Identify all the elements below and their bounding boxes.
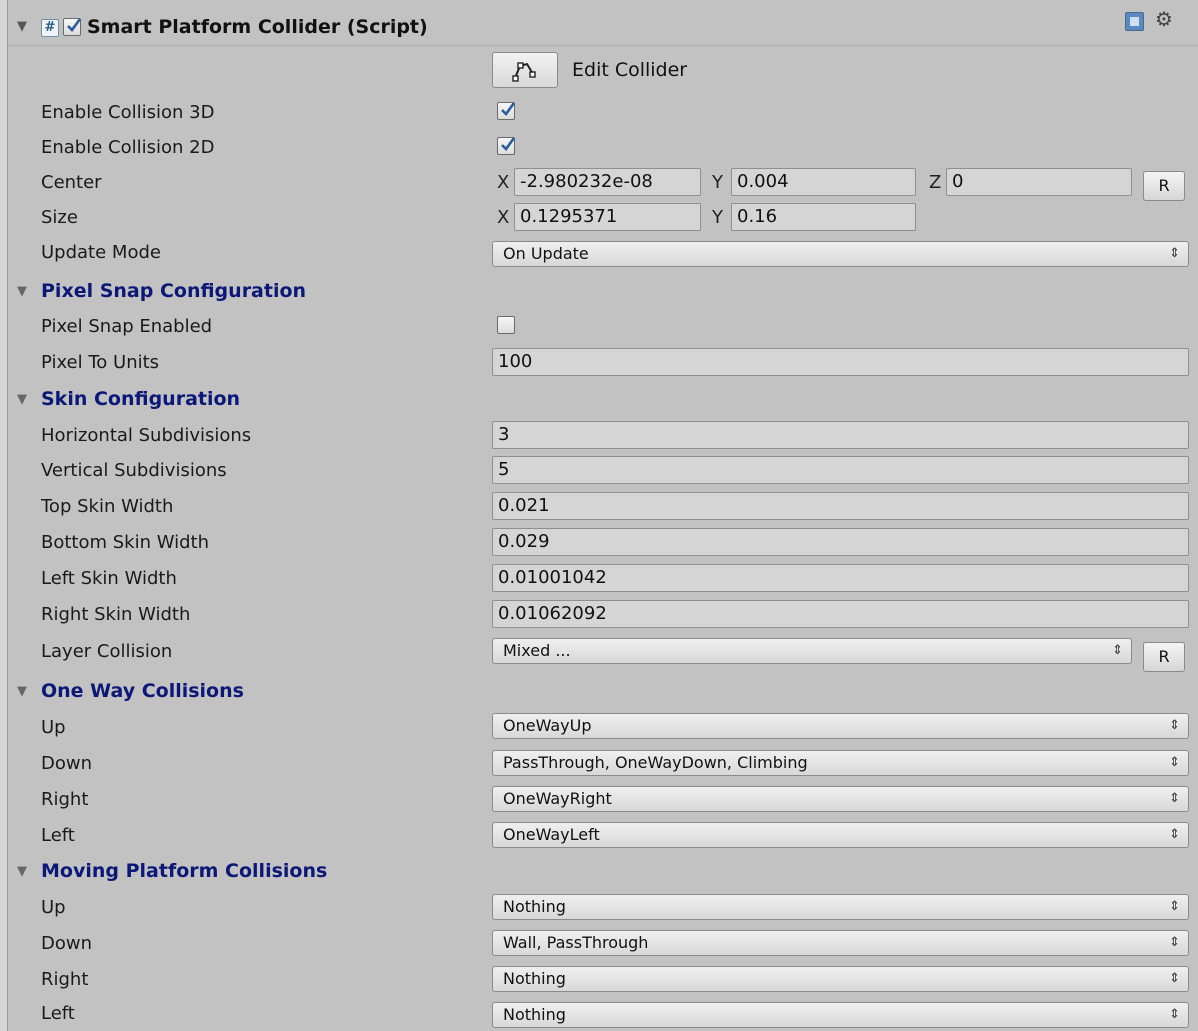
one-way-right-value: OneWayRight <box>503 789 612 808</box>
enable-collision-3d-label: Enable Collision 3D <box>41 102 215 123</box>
one-way-row-label: Up <box>41 717 66 738</box>
update-mode-dropdown[interactable]: On Update ⇕ <box>492 241 1189 267</box>
dropdown-arrows-icon: ⇕ <box>1169 827 1180 842</box>
size-label: Size <box>41 207 78 228</box>
one-way-down-dropdown[interactable]: PassThrough, OneWayDown, Climbing ⇕ <box>492 750 1189 776</box>
pixel-to-units-field[interactable]: 100 <box>492 348 1189 376</box>
one-way-up-value: OneWayUp <box>503 716 592 735</box>
dropdown-arrows-icon: ⇕ <box>1169 935 1180 950</box>
moving-right-dropdown[interactable]: Nothing ⇕ <box>492 966 1189 992</box>
one-way-header[interactable]: One Way Collisions <box>41 680 244 702</box>
size-x-field[interactable]: 0.1295371 <box>514 203 701 231</box>
component-foldout-icon[interactable]: ▼ <box>17 19 27 34</box>
one-way-left-dropdown[interactable]: OneWayLeft ⇕ <box>492 822 1189 848</box>
enable-collision-3d-checkbox[interactable] <box>497 102 516 120</box>
center-z-field[interactable]: 0 <box>946 168 1132 196</box>
one-way-left-value: OneWayLeft <box>503 825 600 844</box>
vertical-subdivisions-field[interactable]: 5 <box>492 456 1189 484</box>
size-y-label: Y <box>712 207 723 228</box>
center-z-label: Z <box>929 172 942 193</box>
center-x-label: X <box>497 172 510 193</box>
moving-right-value: Nothing <box>503 969 566 988</box>
center-label: Center <box>41 172 102 193</box>
moving-up-value: Nothing <box>503 897 566 916</box>
edit-collider-button[interactable] <box>492 52 558 88</box>
one-way-row-label: Left <box>41 825 75 846</box>
checkmark-icon <box>501 102 516 116</box>
skin-row-label: Left Skin Width <box>41 568 177 589</box>
dropdown-arrows-icon: ⇕ <box>1169 718 1180 733</box>
gear-icon[interactable]: ⚙ <box>1155 7 1173 31</box>
one-way-row-label: Down <box>41 753 93 774</box>
right-skin-width-field[interactable]: 0.01062092 <box>492 600 1189 628</box>
center-y-label: Y <box>712 172 723 193</box>
left-skin-width-field[interactable]: 0.01001042 <box>492 564 1189 592</box>
center-y-field[interactable]: 0.004 <box>731 168 916 196</box>
checkmark-icon <box>501 137 516 151</box>
edit-collider-label: Edit Collider <box>572 59 688 81</box>
dropdown-arrows-icon: ⇕ <box>1112 643 1123 658</box>
center-x-field[interactable]: -2.980232e-08 <box>514 168 701 196</box>
one-way-foldout-icon[interactable]: ▼ <box>17 684 27 699</box>
dropdown-arrows-icon: ⇕ <box>1169 246 1180 261</box>
moving-platform-foldout-icon[interactable]: ▼ <box>17 864 27 879</box>
dropdown-arrows-icon: ⇕ <box>1169 899 1180 914</box>
moving-platform-header[interactable]: Moving Platform Collisions <box>41 860 327 882</box>
moving-down-dropdown[interactable]: Wall, PassThrough ⇕ <box>492 930 1189 956</box>
moving-left-dropdown[interactable]: Nothing ⇕ <box>492 1002 1189 1028</box>
update-mode-value: On Update <box>503 244 589 263</box>
layer-collision-label: Layer Collision <box>41 641 173 662</box>
layer-collision-value: Mixed ... <box>503 641 571 660</box>
dropdown-arrows-icon: ⇕ <box>1169 1007 1180 1022</box>
skin-config-foldout-icon[interactable]: ▼ <box>17 392 27 407</box>
inspector-left-border <box>0 0 8 1031</box>
one-way-right-dropdown[interactable]: OneWayRight ⇕ <box>492 786 1189 812</box>
update-mode-label: Update Mode <box>41 242 161 263</box>
enable-collision-2d-checkbox[interactable] <box>497 137 516 155</box>
dropdown-arrows-icon: ⇕ <box>1169 755 1180 770</box>
one-way-up-dropdown[interactable]: OneWayUp ⇕ <box>492 713 1189 739</box>
skin-config-header[interactable]: Skin Configuration <box>41 388 240 410</box>
dropdown-arrows-icon: ⇕ <box>1169 791 1180 806</box>
edit-collider-icon <box>512 62 536 82</box>
layer-collision-dropdown[interactable]: Mixed ... ⇕ <box>492 638 1132 664</box>
pixel-to-units-label: Pixel To Units <box>41 352 160 373</box>
pixel-snap-foldout-icon[interactable]: ▼ <box>17 284 27 299</box>
help-book-icon[interactable] <box>1125 12 1144 31</box>
pixel-snap-header[interactable]: Pixel Snap Configuration <box>41 280 306 302</box>
center-reset-button[interactable]: R <box>1143 171 1185 201</box>
skin-row-label: Right Skin Width <box>41 604 191 625</box>
skin-row-label: Bottom Skin Width <box>41 532 210 553</box>
skin-row-label: Vertical Subdivisions <box>41 460 227 481</box>
dropdown-arrows-icon: ⇕ <box>1169 971 1180 986</box>
moving-row-label: Down <box>41 933 93 954</box>
moving-row-label: Up <box>41 897 66 918</box>
component-enabled-checkbox[interactable] <box>63 18 82 36</box>
moving-left-value: Nothing <box>503 1005 566 1024</box>
one-way-down-value: PassThrough, OneWayDown, Climbing <box>503 753 808 772</box>
size-y-field[interactable]: 0.16 <box>731 203 916 231</box>
top-skin-width-field[interactable]: 0.021 <box>492 492 1189 520</box>
enable-collision-2d-label: Enable Collision 2D <box>41 137 215 158</box>
pixel-snap-enabled-label: Pixel Snap Enabled <box>41 316 213 337</box>
component-title: Smart Platform Collider (Script) <box>87 16 428 38</box>
skin-row-label: Horizontal Subdivisions <box>41 425 252 446</box>
skin-row-label: Top Skin Width <box>41 496 174 517</box>
moving-row-label: Right <box>41 969 89 990</box>
one-way-row-label: Right <box>41 789 89 810</box>
size-x-label: X <box>497 207 510 228</box>
moving-down-value: Wall, PassThrough <box>503 933 649 952</box>
csharp-script-icon: # <box>41 19 59 37</box>
pixel-snap-enabled-checkbox[interactable] <box>497 316 515 334</box>
layer-collision-reset-button[interactable]: R <box>1143 642 1185 672</box>
horizontal-subdivisions-field[interactable]: 3 <box>492 421 1189 449</box>
moving-row-label: Left <box>41 1003 75 1024</box>
moving-up-dropdown[interactable]: Nothing ⇕ <box>492 894 1189 920</box>
bottom-skin-width-field[interactable]: 0.029 <box>492 528 1189 556</box>
checkmark-icon <box>67 18 82 32</box>
